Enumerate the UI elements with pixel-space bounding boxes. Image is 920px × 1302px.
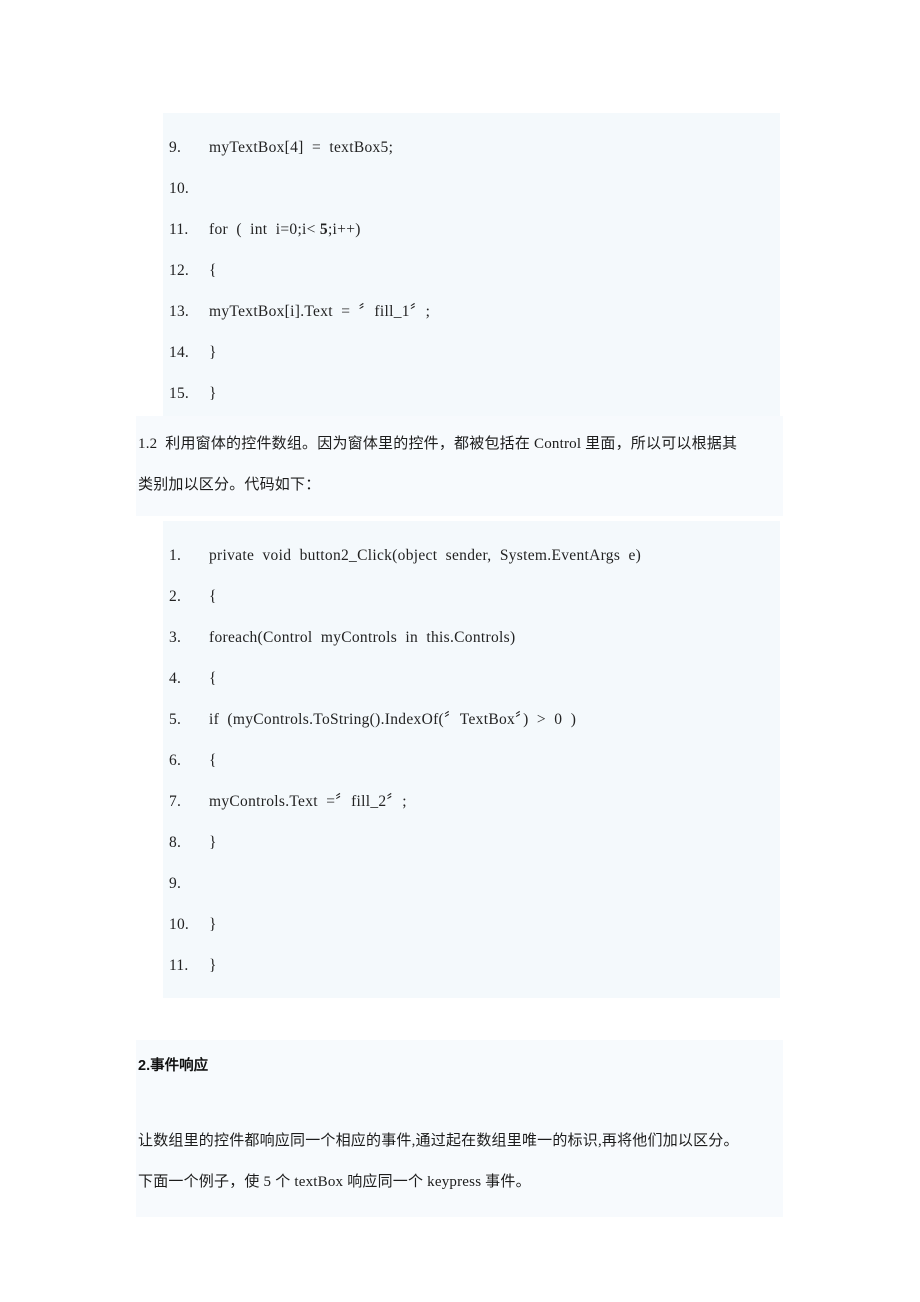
code-line-number: 10. [169,916,189,933]
code-line-number: 8. [169,834,182,851]
code-block-foreach-controls: 1. private void button2_Click(object sen… [163,521,780,998]
code-line: 7. myControls.Text =〞fill_2〞; [163,781,780,822]
code-line-number: 10. [169,180,189,197]
code-line-source: { [209,262,217,279]
code-line-source: } [209,385,217,402]
code-line-number: 9. [169,875,182,892]
code-line-source: } [209,344,217,361]
code-line-number: 4. [169,670,182,687]
code-line: 15. } [163,373,780,414]
code-line-number: 6. [169,752,182,769]
paragraph-block-1-2: 1.2 利用窗体的控件数组。因为窗体里的控件，都被包括在 Control 里面，… [136,416,783,516]
code-line-source: { [209,670,217,687]
paragraph-line: 1.2 利用窗体的控件数组。因为窗体里的控件，都被包括在 Control 里面，… [138,436,738,452]
code-line-source: myTextBox[i].Text = 〞fill_1〞; [209,303,431,320]
code-line-number: 1. [169,547,182,564]
code-line-number: 15. [169,385,189,402]
code-line: 6. { [163,740,780,781]
code-line-source: private void button2_Click(object sender… [209,547,642,564]
code-line-number: 12. [169,262,189,279]
code-line-number: 5. [169,711,182,728]
code-line-source: for ( int i=0;i< 5;i++) [209,221,361,238]
code-line: 14. } [163,332,780,373]
code-line-number: 13. [169,303,189,320]
code-line-number: 2. [169,588,182,605]
code-line: 12. { [163,250,780,291]
section-block-event-response: 2.事件响应 让数组里的控件都响应同一个相应的事件,通过起在数组里唯一的标识,再… [136,1040,783,1217]
code-line-number: 14. [169,344,189,361]
code-line-source: } [209,957,217,974]
code-line: 10. [163,168,780,209]
code-line-number: 7. [169,793,182,810]
code-line: 3. foreach(Control myControls in this.Co… [163,617,780,658]
document-page: 9. myTextBox[4] = textBox5; 10. 11. for … [0,0,920,1302]
code-line: 8. } [163,822,780,863]
code-block-control-array: 9. myTextBox[4] = textBox5; 10. 11. for … [163,113,780,426]
code-line: 1. private void button2_Click(object sen… [163,535,780,576]
code-line: 2. { [163,576,780,617]
code-line-source: myControls.Text =〞fill_2〞; [209,793,407,810]
code-line-source: if (myControls.ToString().IndexOf(〞TextB… [209,711,577,728]
paragraph-line: 让数组里的控件都响应同一个相应的事件,通过起在数组里唯一的标识,再将他们加以区分… [138,1133,739,1149]
code-line: 11. for ( int i=0;i< 5;i++) [163,209,780,250]
code-line-number: 11. [169,957,189,974]
code-line-number: 3. [169,629,182,646]
code-line-source: { [209,588,217,605]
code-line-source: } [209,916,217,933]
code-line-source: } [209,834,217,851]
code-line: 11. } [163,945,780,986]
code-line-source: { [209,752,217,769]
code-line-source: foreach(Control myControls in this.Contr… [209,629,516,646]
code-line: 4. { [163,658,780,699]
code-line-number: 9. [169,139,182,156]
paragraph-line: 类别加以区分。代码如下： [138,477,321,493]
paragraph-line: 下面一个例子，使 5 个 textBox 响应同一个 keypress 事件。 [138,1174,531,1190]
code-line: 9. myTextBox[4] = textBox5; [163,127,780,168]
code-line-source: myTextBox[4] = textBox5; [209,139,394,156]
code-line: 5. if (myControls.ToString().IndexOf(〞Te… [163,699,780,740]
code-line-number: 11. [169,221,189,238]
section-heading: 2.事件响应 [138,1058,209,1074]
code-line: 9. [163,863,780,904]
code-line: 10. } [163,904,780,945]
code-line: 13. myTextBox[i].Text = 〞fill_1〞; [163,291,780,332]
